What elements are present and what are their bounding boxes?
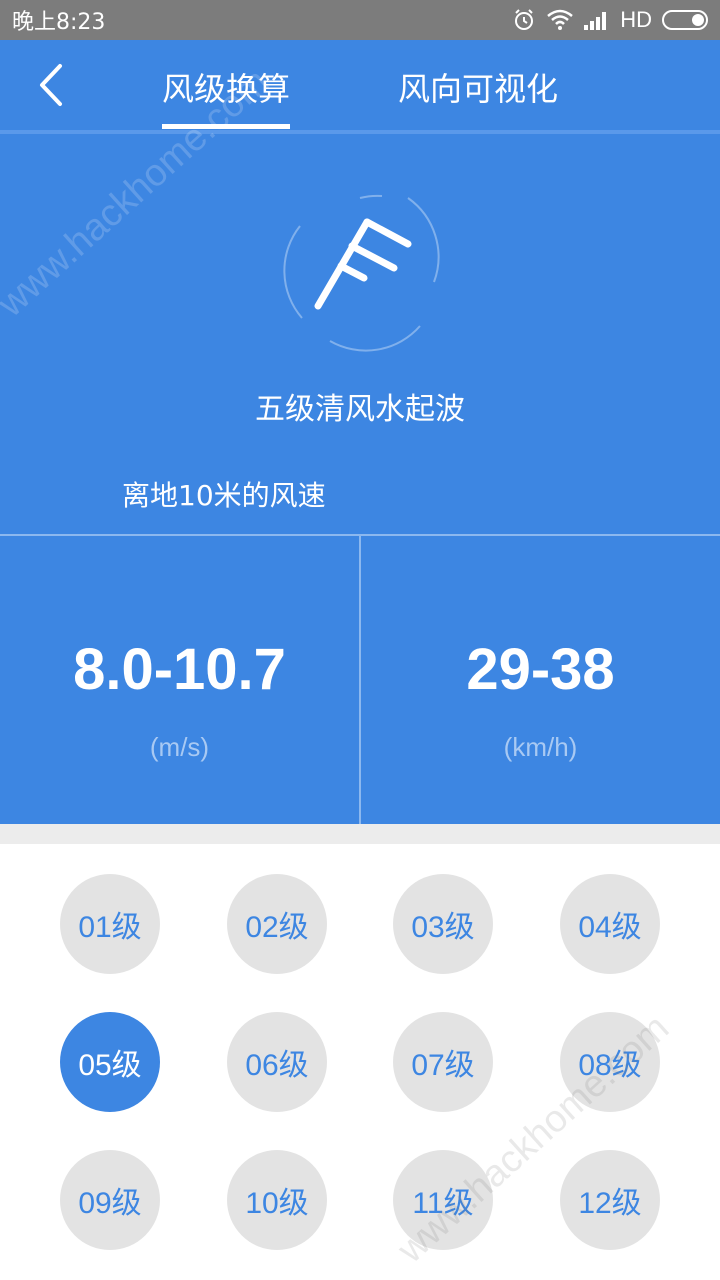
level-button-06[interactable]: 06级 [227,1012,327,1112]
speed-panel: 8.0-10.7 (m/s) 29-38 (km/h) 网侠手机站 [0,534,720,1275]
level-button-08[interactable]: 08级 [560,1012,660,1112]
battery-icon [662,10,708,30]
tab-wind-level-conversion[interactable]: 风级换算 [162,64,290,110]
section-divider [0,824,720,844]
alarm-icon [515,9,534,30]
status-bar: 晚上8:23 HD [0,0,720,40]
hero-panel: www.hackhome.com 五级清风水起波 离地10米的风速 [0,61,720,534]
level-button-05[interactable]: 05级 [60,1012,160,1112]
wind-level-description: 五级清风水起波 [255,392,465,427]
back-button[interactable] [30,60,74,110]
level-button-10[interactable]: 10级 [227,1150,327,1250]
wind-barb-icon [283,194,440,352]
speed-caption: 离地10米的风速 [122,479,326,512]
level-button-11[interactable]: 11级 [393,1150,493,1250]
speed-kmh-value: 29-38 [466,637,615,702]
top-nav: 风级换算 风向可视化 [0,40,720,134]
level-button-04[interactable]: 04级 [560,874,660,974]
status-icons: HD [512,7,708,33]
speed-ms-unit: (m/s) [149,732,210,762]
level-button-01[interactable]: 01级 [60,874,160,974]
level-button-12[interactable]: 12级 [560,1150,660,1250]
speed-ms-cell: 8.0-10.7 (m/s) [0,536,359,824]
chevron-left-icon [40,64,62,106]
tab-wind-direction-visualization[interactable]: 风向可视化 [398,64,558,110]
wind-level-grid: 01级 02级 03级 04级 05级 06级 07级 08级 09级 10级 … [0,844,720,1280]
level-button-02[interactable]: 02级 [227,874,327,974]
speed-kmh-cell: 29-38 (km/h) [361,536,720,824]
level-button-09[interactable]: 09级 [60,1150,160,1250]
network-type: HD [620,7,652,32]
wifi-icon [547,9,574,30]
signal-icon [584,12,607,30]
status-time: 晚上8:23 [12,10,106,35]
level-button-03[interactable]: 03级 [393,874,493,974]
speed-ms-value: 8.0-10.7 [73,637,286,702]
speed-kmh-unit: (km/h) [503,732,578,762]
level-button-07[interactable]: 07级 [393,1012,493,1112]
active-tab-indicator [162,124,290,129]
